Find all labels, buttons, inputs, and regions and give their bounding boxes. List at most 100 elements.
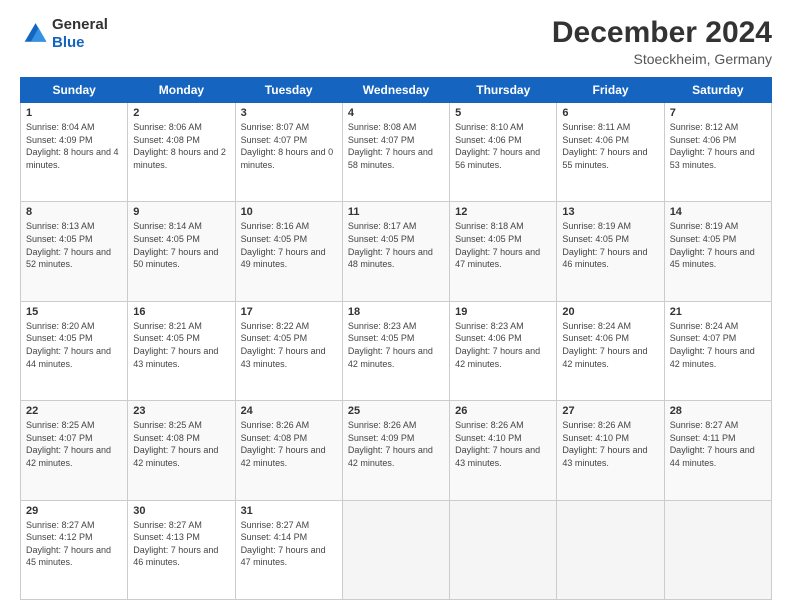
day-info: Sunrise: 8:20 AMSunset: 4:05 PMDaylight:… bbox=[26, 321, 111, 369]
table-row: 19 Sunrise: 8:23 AMSunset: 4:06 PMDaylig… bbox=[450, 301, 557, 400]
logo-text: General Blue bbox=[52, 16, 108, 52]
day-number: 6 bbox=[562, 107, 658, 119]
calendar-week-row: 15 Sunrise: 8:20 AMSunset: 4:05 PMDaylig… bbox=[21, 301, 772, 400]
table-row: 25 Sunrise: 8:26 AMSunset: 4:09 PMDaylig… bbox=[342, 401, 449, 500]
day-info: Sunrise: 8:19 AMSunset: 4:05 PMDaylight:… bbox=[670, 221, 755, 269]
table-row: 8 Sunrise: 8:13 AMSunset: 4:05 PMDayligh… bbox=[21, 202, 128, 301]
table-row: 9 Sunrise: 8:14 AMSunset: 4:05 PMDayligh… bbox=[128, 202, 235, 301]
table-row: 1 Sunrise: 8:04 AMSunset: 4:09 PMDayligh… bbox=[21, 103, 128, 202]
day-info: Sunrise: 8:27 AMSunset: 4:13 PMDaylight:… bbox=[133, 520, 218, 568]
day-info: Sunrise: 8:25 AMSunset: 4:07 PMDaylight:… bbox=[26, 420, 111, 468]
table-row: 16 Sunrise: 8:21 AMSunset: 4:05 PMDaylig… bbox=[128, 301, 235, 400]
table-row: 2 Sunrise: 8:06 AMSunset: 4:08 PMDayligh… bbox=[128, 103, 235, 202]
table-row: 31 Sunrise: 8:27 AMSunset: 4:14 PMDaylig… bbox=[235, 500, 342, 599]
day-number: 8 bbox=[26, 206, 122, 218]
table-row: 12 Sunrise: 8:18 AMSunset: 4:05 PMDaylig… bbox=[450, 202, 557, 301]
logo-general: General bbox=[52, 16, 108, 33]
col-saturday: Saturday bbox=[664, 78, 771, 103]
day-info: Sunrise: 8:26 AMSunset: 4:08 PMDaylight:… bbox=[241, 420, 326, 468]
day-number: 7 bbox=[670, 107, 766, 119]
day-number: 16 bbox=[133, 306, 229, 318]
title-block: December 2024 Stoeckheim, Germany bbox=[552, 16, 772, 67]
day-info: Sunrise: 8:27 AMSunset: 4:12 PMDaylight:… bbox=[26, 520, 111, 568]
table-row: 11 Sunrise: 8:17 AMSunset: 4:05 PMDaylig… bbox=[342, 202, 449, 301]
day-number: 4 bbox=[348, 107, 444, 119]
day-info: Sunrise: 8:17 AMSunset: 4:05 PMDaylight:… bbox=[348, 221, 433, 269]
day-info: Sunrise: 8:16 AMSunset: 4:05 PMDaylight:… bbox=[241, 221, 326, 269]
table-row: 22 Sunrise: 8:25 AMSunset: 4:07 PMDaylig… bbox=[21, 401, 128, 500]
day-number: 20 bbox=[562, 306, 658, 318]
day-info: Sunrise: 8:24 AMSunset: 4:07 PMDaylight:… bbox=[670, 321, 755, 369]
day-number: 19 bbox=[455, 306, 551, 318]
day-number: 11 bbox=[348, 206, 444, 218]
col-thursday: Thursday bbox=[450, 78, 557, 103]
day-number: 15 bbox=[26, 306, 122, 318]
day-info: Sunrise: 8:23 AMSunset: 4:06 PMDaylight:… bbox=[455, 321, 540, 369]
table-row: 17 Sunrise: 8:22 AMSunset: 4:05 PMDaylig… bbox=[235, 301, 342, 400]
table-row: 29 Sunrise: 8:27 AMSunset: 4:12 PMDaylig… bbox=[21, 500, 128, 599]
table-row: 20 Sunrise: 8:24 AMSunset: 4:06 PMDaylig… bbox=[557, 301, 664, 400]
table-row: 13 Sunrise: 8:19 AMSunset: 4:05 PMDaylig… bbox=[557, 202, 664, 301]
day-info: Sunrise: 8:04 AMSunset: 4:09 PMDaylight:… bbox=[26, 122, 119, 170]
day-info: Sunrise: 8:19 AMSunset: 4:05 PMDaylight:… bbox=[562, 221, 647, 269]
day-number: 13 bbox=[562, 206, 658, 218]
day-number: 10 bbox=[241, 206, 337, 218]
day-number: 12 bbox=[455, 206, 551, 218]
table-row: 23 Sunrise: 8:25 AMSunset: 4:08 PMDaylig… bbox=[128, 401, 235, 500]
day-info: Sunrise: 8:24 AMSunset: 4:06 PMDaylight:… bbox=[562, 321, 647, 369]
table-row: 24 Sunrise: 8:26 AMSunset: 4:08 PMDaylig… bbox=[235, 401, 342, 500]
table-row: 5 Sunrise: 8:10 AMSunset: 4:06 PMDayligh… bbox=[450, 103, 557, 202]
logo-blue: Blue bbox=[52, 34, 85, 51]
day-info: Sunrise: 8:14 AMSunset: 4:05 PMDaylight:… bbox=[133, 221, 218, 269]
day-number: 22 bbox=[26, 405, 122, 417]
col-wednesday: Wednesday bbox=[342, 78, 449, 103]
day-number: 23 bbox=[133, 405, 229, 417]
table-row: 7 Sunrise: 8:12 AMSunset: 4:06 PMDayligh… bbox=[664, 103, 771, 202]
table-row: 30 Sunrise: 8:27 AMSunset: 4:13 PMDaylig… bbox=[128, 500, 235, 599]
page: General Blue December 2024 Stoeckheim, G… bbox=[0, 0, 792, 612]
day-number: 17 bbox=[241, 306, 337, 318]
day-info: Sunrise: 8:27 AMSunset: 4:14 PMDaylight:… bbox=[241, 520, 326, 568]
day-info: Sunrise: 8:26 AMSunset: 4:09 PMDaylight:… bbox=[348, 420, 433, 468]
table-row: 28 Sunrise: 8:27 AMSunset: 4:11 PMDaylig… bbox=[664, 401, 771, 500]
day-info: Sunrise: 8:06 AMSunset: 4:08 PMDaylight:… bbox=[133, 122, 226, 170]
empty-cell bbox=[342, 500, 449, 599]
day-number: 26 bbox=[455, 405, 551, 417]
calendar-header-row: Sunday Monday Tuesday Wednesday Thursday… bbox=[21, 78, 772, 103]
col-sunday: Sunday bbox=[21, 78, 128, 103]
day-info: Sunrise: 8:08 AMSunset: 4:07 PMDaylight:… bbox=[348, 122, 433, 170]
day-number: 14 bbox=[670, 206, 766, 218]
calendar-week-row: 8 Sunrise: 8:13 AMSunset: 4:05 PMDayligh… bbox=[21, 202, 772, 301]
day-number: 29 bbox=[26, 505, 122, 517]
table-row: 21 Sunrise: 8:24 AMSunset: 4:07 PMDaylig… bbox=[664, 301, 771, 400]
day-number: 25 bbox=[348, 405, 444, 417]
day-number: 3 bbox=[241, 107, 337, 119]
calendar-table: Sunday Monday Tuesday Wednesday Thursday… bbox=[20, 77, 772, 600]
day-number: 28 bbox=[670, 405, 766, 417]
day-info: Sunrise: 8:18 AMSunset: 4:05 PMDaylight:… bbox=[455, 221, 540, 269]
day-number: 5 bbox=[455, 107, 551, 119]
col-tuesday: Tuesday bbox=[235, 78, 342, 103]
day-number: 2 bbox=[133, 107, 229, 119]
table-row: 14 Sunrise: 8:19 AMSunset: 4:05 PMDaylig… bbox=[664, 202, 771, 301]
table-row: 6 Sunrise: 8:11 AMSunset: 4:06 PMDayligh… bbox=[557, 103, 664, 202]
empty-cell bbox=[557, 500, 664, 599]
day-info: Sunrise: 8:13 AMSunset: 4:05 PMDaylight:… bbox=[26, 221, 111, 269]
day-info: Sunrise: 8:27 AMSunset: 4:11 PMDaylight:… bbox=[670, 420, 755, 468]
table-row: 15 Sunrise: 8:20 AMSunset: 4:05 PMDaylig… bbox=[21, 301, 128, 400]
main-title: December 2024 bbox=[552, 16, 772, 49]
table-row: 26 Sunrise: 8:26 AMSunset: 4:10 PMDaylig… bbox=[450, 401, 557, 500]
table-row: 10 Sunrise: 8:16 AMSunset: 4:05 PMDaylig… bbox=[235, 202, 342, 301]
empty-cell bbox=[450, 500, 557, 599]
col-monday: Monday bbox=[128, 78, 235, 103]
day-info: Sunrise: 8:23 AMSunset: 4:05 PMDaylight:… bbox=[348, 321, 433, 369]
day-info: Sunrise: 8:10 AMSunset: 4:06 PMDaylight:… bbox=[455, 122, 540, 170]
subtitle: Stoeckheim, Germany bbox=[552, 51, 772, 67]
header: General Blue December 2024 Stoeckheim, G… bbox=[20, 16, 772, 67]
day-info: Sunrise: 8:11 AMSunset: 4:06 PMDaylight:… bbox=[562, 122, 647, 170]
day-info: Sunrise: 8:07 AMSunset: 4:07 PMDaylight:… bbox=[241, 122, 334, 170]
day-number: 18 bbox=[348, 306, 444, 318]
table-row: 3 Sunrise: 8:07 AMSunset: 4:07 PMDayligh… bbox=[235, 103, 342, 202]
logo: General Blue bbox=[20, 16, 108, 52]
logo-wrapper: General Blue bbox=[20, 16, 108, 52]
